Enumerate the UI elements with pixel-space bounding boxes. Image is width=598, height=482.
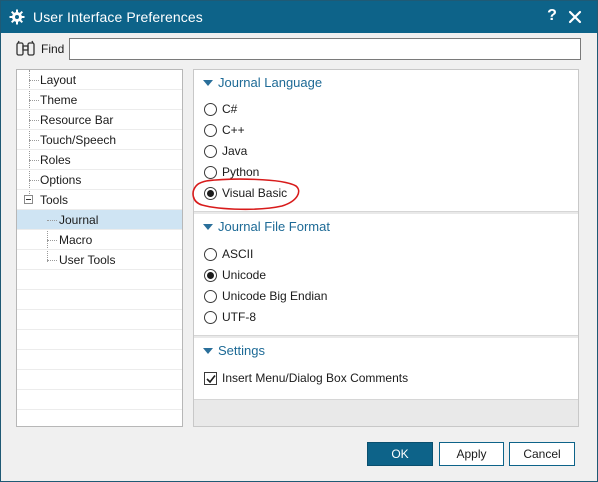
tree-empty-row bbox=[17, 370, 182, 390]
tree-item-label: Resource Bar bbox=[40, 113, 114, 127]
radio-label: C# bbox=[222, 102, 238, 116]
tree-connector bbox=[47, 260, 57, 261]
annotation-ellipse bbox=[192, 178, 300, 211]
tree-item-options[interactable]: Options bbox=[17, 170, 182, 190]
radio-circle bbox=[204, 124, 217, 137]
preferences-dialog: User Interface Preferences ? Find Layout… bbox=[0, 0, 598, 482]
collapse-triangle-icon bbox=[203, 224, 213, 230]
apply-button[interactable]: Apply bbox=[439, 442, 504, 466]
tree-item-touch-speech[interactable]: Touch/Speech bbox=[17, 130, 182, 150]
tree-item-journal[interactable]: Journal bbox=[17, 210, 182, 230]
window-title: User Interface Preferences bbox=[33, 9, 203, 25]
radio-circle bbox=[204, 145, 217, 158]
radio-circle bbox=[204, 103, 217, 116]
collapse-triangle-icon bbox=[203, 80, 213, 86]
find-label: Find bbox=[41, 42, 65, 56]
tree-item-label: Journal bbox=[59, 213, 99, 227]
tree-empty-row bbox=[17, 350, 182, 370]
tree-item-resource-bar[interactable]: Resource Bar bbox=[17, 110, 182, 130]
tree-empty-row bbox=[17, 310, 182, 330]
tree-empty-row bbox=[17, 290, 182, 310]
radio-label: ASCII bbox=[222, 247, 254, 261]
tree-empty-row bbox=[17, 270, 182, 290]
tree-item-label: Tools bbox=[40, 193, 69, 207]
cancel-button[interactable]: Cancel bbox=[509, 442, 575, 466]
find-input[interactable] bbox=[69, 38, 581, 60]
radio-circle bbox=[204, 290, 217, 303]
radio-circle bbox=[204, 311, 217, 324]
tree-item-label: Macro bbox=[59, 233, 93, 247]
binoculars-icon bbox=[16, 40, 35, 56]
tree-item-macro[interactable]: Macro bbox=[17, 230, 182, 250]
tree-connector bbox=[47, 240, 57, 241]
checkbox-label: Insert Menu/Dialog Box Comments bbox=[222, 371, 409, 385]
tree-item-label: Roles bbox=[40, 153, 71, 167]
journal-file-format-section: Journal File Format ASCII Unicode Unicod… bbox=[194, 214, 578, 336]
tree-item-label: Touch/Speech bbox=[40, 133, 117, 147]
settings-section: Settings Insert Menu/Dialog Box Comments bbox=[194, 338, 578, 400]
section-title: Journal Language bbox=[218, 75, 323, 90]
tree-empty-row bbox=[17, 390, 182, 410]
collapse-triangle-icon bbox=[203, 348, 213, 354]
tree-item-theme[interactable]: Theme bbox=[17, 90, 182, 110]
radio-label: UTF-8 bbox=[222, 310, 256, 324]
tree-item-label: Theme bbox=[40, 93, 78, 107]
tree-item-layout[interactable]: Layout bbox=[17, 70, 182, 90]
radio-label: Java bbox=[222, 144, 248, 158]
ok-button[interactable]: OK bbox=[367, 442, 433, 466]
checkmark-icon bbox=[206, 375, 216, 384]
checkbox-checked bbox=[204, 372, 217, 385]
settings-panel: Journal Language C# C++ Java Python Visu… bbox=[193, 69, 579, 427]
help-button[interactable]: ? bbox=[545, 7, 559, 27]
radio-label: Unicode Big Endian bbox=[222, 289, 328, 303]
radio-label: Unicode bbox=[222, 268, 267, 282]
journal-language-header[interactable]: Journal Language bbox=[194, 70, 578, 96]
tree-item-roles[interactable]: Roles bbox=[17, 150, 182, 170]
find-row: Find bbox=[1, 34, 597, 64]
category-tree[interactable]: Layout Theme Resource Bar Touch/Speech R… bbox=[16, 69, 183, 427]
radio-circle-selected bbox=[204, 269, 217, 282]
tree-item-label: User Tools bbox=[59, 253, 116, 267]
collapse-icon[interactable] bbox=[24, 195, 33, 204]
tree-item-label: Layout bbox=[40, 73, 77, 87]
tree-connector bbox=[47, 220, 57, 221]
tree-empty-row bbox=[17, 330, 182, 350]
radio-label: C++ bbox=[222, 123, 245, 137]
radio-circle bbox=[204, 248, 217, 261]
close-icon[interactable] bbox=[567, 9, 583, 25]
tree-item-label: Options bbox=[40, 173, 82, 187]
section-title: Settings bbox=[218, 343, 265, 358]
journal-file-format-header[interactable]: Journal File Format bbox=[194, 214, 578, 240]
title-bar: User Interface Preferences ? bbox=[1, 1, 597, 33]
gear-icon bbox=[9, 9, 25, 25]
settings-header[interactable]: Settings bbox=[194, 338, 578, 364]
tree-item-tools[interactable]: Tools bbox=[17, 190, 182, 210]
tree-item-user-tools[interactable]: User Tools bbox=[17, 250, 182, 270]
section-title: Journal File Format bbox=[218, 219, 330, 234]
